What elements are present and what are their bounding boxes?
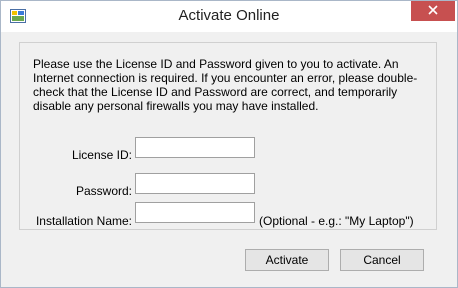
cancel-button[interactable]: Cancel: [340, 249, 424, 271]
password-input[interactable]: [135, 173, 255, 194]
installation-name-hint: (Optional - e.g.: "My Laptop"): [259, 214, 414, 228]
activate-button[interactable]: Activate: [245, 249, 329, 271]
license-id-input[interactable]: [135, 137, 255, 158]
title-bar[interactable]: Activate Online: [1, 1, 457, 32]
intro-text: Please use the License ID and Password g…: [33, 57, 418, 113]
password-label: Password:: [75, 184, 132, 198]
close-icon: [428, 4, 438, 18]
activation-group: Please use the License ID and Password g…: [19, 42, 437, 230]
close-button[interactable]: [411, 1, 455, 21]
installation-name-input[interactable]: [135, 202, 255, 223]
license-id-label: License ID:: [71, 148, 132, 162]
dialog-body: Please use the License ID and Password g…: [9, 32, 449, 280]
activate-online-window: Activate Online Please use the License I…: [0, 0, 458, 288]
installation-name-label: Installation Name:: [35, 214, 132, 228]
window-title: Activate Online: [178, 7, 280, 24]
